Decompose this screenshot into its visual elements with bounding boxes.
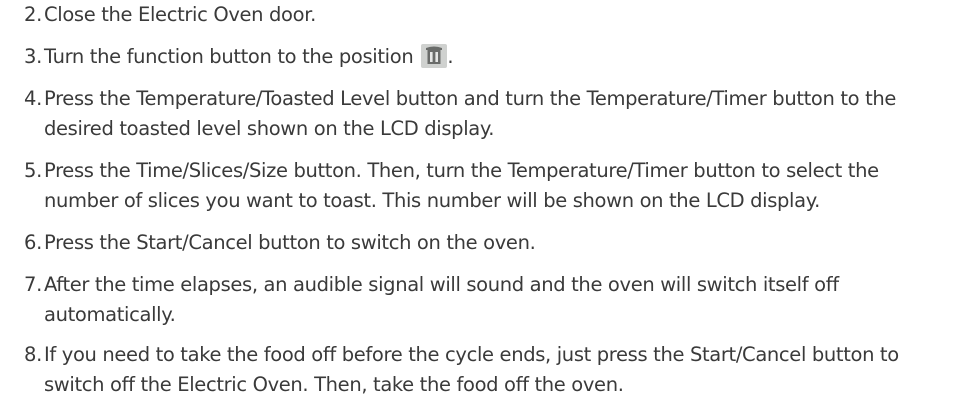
step-text: Press the Temperature/Toasted Level butt…: [44, 84, 964, 144]
toast-function-icon: [421, 43, 448, 68]
step-number: 8.: [24, 343, 43, 366]
step-line-end: .: [447, 45, 454, 68]
step-line: desired toasted level shown on the LCD d…: [44, 117, 495, 140]
step-number: 3.: [24, 45, 43, 68]
step-line: Turn the function button to the position: [44, 45, 414, 68]
manual-page: 2. Close the Electric Oven door. 3. Turn…: [0, 0, 972, 400]
step-line: Close the Electric Oven door.: [44, 3, 316, 26]
step-number: 6.: [24, 231, 43, 254]
step-text: If you need to take the food off before …: [44, 340, 964, 400]
step-line: Press the Time/Slices/Size button. Then,…: [44, 159, 879, 182]
step-text: Press the Time/Slices/Size button. Then,…: [44, 156, 964, 216]
step-line: After the time elapses, an audible signa…: [44, 273, 839, 296]
step-text: After the time elapses, an audible signa…: [44, 270, 964, 330]
step-line: switch off the Electric Oven. Then, take…: [44, 373, 624, 396]
step-text: Close the Electric Oven door.: [44, 0, 964, 30]
step-line: Press the Start/Cancel button to switch …: [44, 231, 536, 254]
step-number: 5.: [24, 159, 43, 182]
step-text: Press the Start/Cancel button to switch …: [44, 228, 964, 258]
step-number: 7.: [24, 273, 43, 296]
step-line: Press the Temperature/Toasted Level butt…: [44, 87, 897, 110]
step-line: number of slices you want to toast. This…: [44, 189, 820, 212]
step-number: 2.: [24, 3, 43, 26]
step-number: 4.: [24, 87, 43, 110]
step-text: Turn the function button to the position…: [44, 42, 964, 72]
step-line: If you need to take the food off before …: [44, 343, 899, 366]
step-line: automatically.: [44, 303, 176, 326]
